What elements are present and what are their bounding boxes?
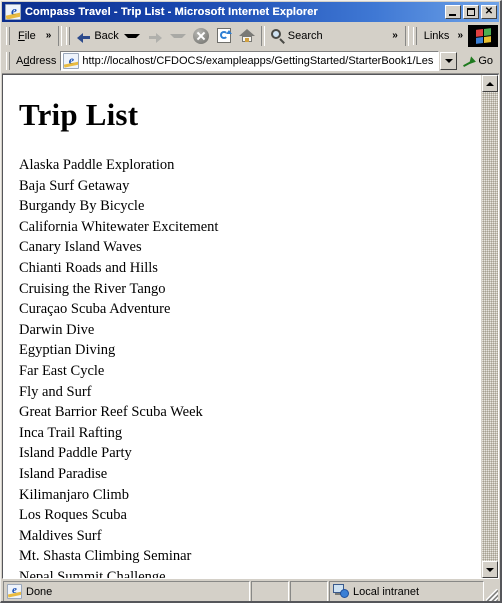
close-icon: ✕	[484, 6, 494, 17]
trip-list-item: Maldives Surf	[19, 527, 102, 544]
trip-list-item: Nepal Summit Challenge	[19, 568, 166, 578]
trip-list-item: Island Paradise	[19, 465, 108, 482]
menu-file[interactable]: File	[13, 28, 41, 44]
address-url-text: http://localhost/CFDOCS/exampleapps/Gett…	[82, 55, 434, 67]
stop-icon	[193, 27, 210, 44]
back-dropdown-icon[interactable]	[123, 33, 140, 38]
security-zone-pane[interactable]: Local intranet	[329, 581, 484, 601]
toolbar-area: File » Back Search » Links » Address e h…	[2, 23, 499, 74]
toolbar-separator	[58, 25, 63, 46]
go-button[interactable]: Go	[458, 54, 499, 68]
web-page-content: Trip List Alaska Paddle Exploration Baja …	[3, 75, 481, 578]
trip-list-item: Los Roques Scuba	[19, 507, 127, 524]
close-button[interactable]: ✕	[481, 5, 497, 19]
trip-list-item: Inca Trail Rafting	[19, 424, 123, 441]
ie-logo-icon: e	[5, 4, 21, 20]
trip-list-item: Chianti Roads and Hills	[19, 259, 158, 276]
scrollbar-track[interactable]	[482, 92, 498, 561]
forward-dropdown-icon[interactable]	[169, 33, 186, 38]
windows-flag-logo-icon	[468, 24, 498, 47]
status-pane-3	[290, 581, 328, 601]
trip-list-item: Burgandy By Bicycle	[19, 198, 145, 215]
trip-list-item: Canary Island Waves	[19, 239, 142, 256]
maximize-button[interactable]	[463, 5, 479, 19]
stop-button[interactable]	[190, 25, 213, 47]
toolbar-separator-3	[404, 25, 409, 46]
links-label[interactable]: Links	[420, 30, 453, 42]
minimize-button[interactable]	[445, 5, 461, 19]
address-input[interactable]: e http://localhost/CFDOCS/exampleapps/Ge…	[60, 51, 440, 71]
trip-list-item: California Whitewater Excitement	[19, 218, 219, 235]
trip-list-item: Curaçao Scuba Adventure	[19, 301, 171, 318]
search-icon	[270, 28, 286, 44]
main-toolbar: File » Back Search » Links »	[2, 23, 499, 49]
security-zone-text: Local intranet	[353, 585, 420, 598]
address-bar: Address e http://localhost/CFDOCS/exampl…	[2, 49, 499, 74]
menu-bar-grip[interactable]	[5, 26, 11, 46]
trip-list-item: Island Paddle Party	[19, 445, 132, 462]
refresh-icon	[217, 28, 233, 43]
document-area: Trip List Alaska Paddle Exploration Baja …	[2, 74, 499, 579]
vertical-scrollbar[interactable]	[481, 75, 498, 578]
address-label: Address	[16, 55, 57, 67]
links-bar-grip[interactable]	[412, 26, 418, 46]
forward-button[interactable]	[144, 25, 168, 47]
caret-up-icon	[486, 81, 494, 86]
trip-list-item: Fly and Surf	[19, 383, 92, 400]
status-message-pane: e Done	[3, 581, 250, 601]
status-bar: e Done Local intranet	[2, 580, 499, 601]
local-intranet-icon	[333, 584, 349, 599]
trip-list-item: Baja Surf Getaway	[19, 177, 130, 194]
title-bar[interactable]: e Compass Travel - Trip List - Microsoft…	[2, 2, 499, 22]
toolbar-separator-2	[260, 25, 265, 46]
home-icon	[239, 28, 256, 43]
back-label: Back	[94, 29, 119, 42]
toolbar-overflow-chevron-icon[interactable]: »	[387, 30, 403, 41]
trip-list-item: Darwin Dive	[19, 321, 95, 338]
links-overflow-chevron-icon[interactable]: »	[452, 30, 468, 41]
address-bar-grip[interactable]	[5, 51, 11, 71]
window-controls: ✕	[445, 5, 497, 19]
ie-status-icon: e	[7, 584, 22, 599]
window-title: Compass Travel - Trip List - Microsoft I…	[25, 6, 318, 18]
scroll-down-button[interactable]	[482, 561, 498, 578]
address-dropdown-button[interactable]	[440, 52, 458, 70]
trip-list-item: Cruising the River Tango	[19, 280, 166, 297]
caret-down-icon	[486, 567, 494, 572]
refresh-button[interactable]	[213, 25, 236, 47]
trip-list-item: Egyptian Diving	[19, 342, 116, 359]
trip-list-item: Alaska Paddle Exploration	[19, 157, 175, 173]
page-title: Trip List	[19, 97, 139, 132]
chevron-down-icon	[444, 59, 453, 63]
scroll-up-button[interactable]	[482, 75, 498, 92]
go-arrow-icon	[462, 54, 476, 68]
trip-list-item: Kilimanjaro Climb	[19, 486, 129, 503]
standard-toolbar-grip[interactable]	[65, 26, 71, 46]
window-resize-grip[interactable]	[485, 581, 499, 601]
menu-overflow-chevron-icon[interactable]: »	[41, 30, 57, 41]
trip-list: Alaska Paddle Exploration Baja Surf Getaw…	[19, 155, 481, 578]
home-button[interactable]	[236, 25, 259, 47]
trip-list-item: Far East Cycle	[19, 362, 105, 379]
page-icon: e	[63, 53, 80, 69]
trip-list-item: Great Barrior Reef Scuba Week	[19, 404, 203, 421]
arrow-right-icon	[147, 29, 163, 43]
browser-window: e Compass Travel - Trip List - Microsoft…	[0, 0, 502, 603]
search-label: Search	[287, 29, 323, 42]
back-button[interactable]: Back	[73, 25, 121, 47]
status-pane-2	[251, 581, 289, 601]
search-button[interactable]: Search	[267, 25, 326, 47]
status-text: Done	[26, 585, 53, 598]
go-label: Go	[478, 55, 493, 67]
arrow-left-icon	[76, 29, 92, 43]
trip-list-item: Mt. Shasta Climbing Seminar	[19, 548, 192, 565]
